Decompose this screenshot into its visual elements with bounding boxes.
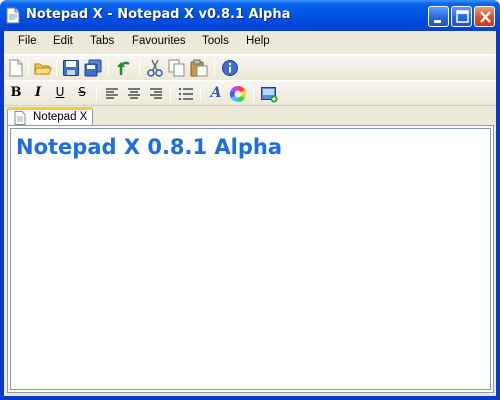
toolbar-separator	[108, 60, 109, 76]
strikethrough-button[interactable]: S	[73, 85, 91, 103]
client-area: File Edit Tabs Favourites Tools Help B I…	[4, 31, 496, 396]
toolbar-separator	[139, 60, 140, 76]
main-toolbar	[4, 54, 496, 80]
editor-content[interactable]: Notepad X 0.8.1 Alpha	[16, 135, 282, 159]
toolbar-separator	[56, 60, 57, 76]
tab-strip: Notepad X	[4, 106, 496, 127]
editor-panel: Notepad X 0.8.1 Alpha	[7, 125, 494, 393]
undo-icon[interactable]	[115, 59, 133, 77]
toolbar-separator	[253, 86, 254, 102]
cut-icon[interactable]	[146, 59, 164, 77]
bullet-list-icon[interactable]	[177, 85, 195, 103]
format-toolbar: B I U S A	[4, 80, 496, 106]
tab-label: Notepad X	[33, 111, 88, 123]
underline-button[interactable]: U	[51, 85, 69, 103]
maximize-icon	[456, 10, 469, 23]
insert-image-icon[interactable]	[260, 85, 278, 103]
toolbar-separator	[96, 86, 97, 102]
toolbar-separator	[170, 86, 171, 102]
copy-icon[interactable]	[168, 59, 186, 77]
notepad-app-icon[interactable]	[6, 6, 21, 24]
color-picker-icon[interactable]	[229, 85, 247, 103]
save-icon[interactable]	[62, 59, 80, 77]
close-button[interactable]	[474, 6, 495, 27]
app-window: Notepad X - Notepad X v0.8.1 Alpha File …	[0, 0, 500, 400]
minimize-button[interactable]	[428, 6, 449, 27]
menu-file[interactable]: File	[18, 35, 37, 47]
menu-help[interactable]: Help	[246, 35, 270, 47]
new-document-icon[interactable]	[7, 59, 25, 77]
align-left-icon[interactable]	[103, 85, 121, 103]
document-icon	[14, 111, 26, 125]
italic-button[interactable]: I	[29, 85, 47, 103]
menu-tabs[interactable]: Tabs	[90, 35, 114, 47]
menu-favourites[interactable]: Favourites	[132, 35, 186, 47]
tab-notepad-x[interactable]: Notepad X	[7, 107, 93, 127]
close-icon	[480, 11, 491, 23]
menu-bar: File Edit Tabs Favourites Tools Help	[4, 31, 496, 53]
toolbar-separator	[28, 60, 29, 76]
paste-icon[interactable]	[190, 59, 208, 77]
about-info-icon[interactable]	[221, 59, 239, 77]
minimize-icon	[434, 20, 441, 23]
text-editor[interactable]: Notepad X 0.8.1 Alpha	[10, 128, 491, 390]
toolbar-separator	[214, 60, 215, 76]
align-center-icon[interactable]	[125, 85, 143, 103]
menu-edit[interactable]: Edit	[53, 35, 73, 47]
align-right-icon[interactable]	[147, 85, 165, 103]
maximize-button[interactable]	[451, 6, 472, 27]
window-title: Notepad X - Notepad X v0.8.1 Alpha	[26, 7, 291, 22]
toolbar-separator	[200, 86, 201, 102]
menu-tools[interactable]: Tools	[202, 35, 229, 47]
open-folder-icon[interactable]	[34, 59, 52, 77]
title-bar[interactable]: Notepad X - Notepad X v0.8.1 Alpha	[0, 0, 500, 31]
bold-button[interactable]: B	[7, 85, 25, 103]
save-all-icon[interactable]	[84, 59, 102, 77]
font-button[interactable]: A	[207, 85, 225, 103]
